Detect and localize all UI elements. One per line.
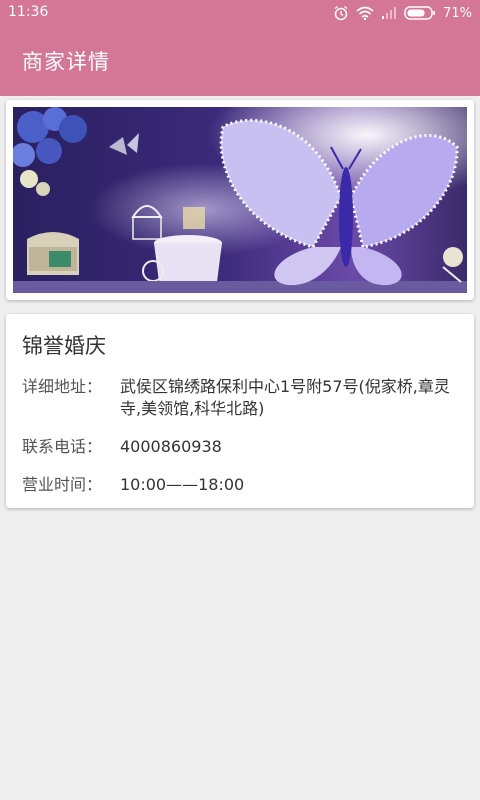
status-bar: 11:36 71% bbox=[0, 0, 480, 26]
app-bar: 商家详情 bbox=[0, 26, 480, 96]
address-label: 详细地址： bbox=[22, 377, 103, 396]
address-row: 详细地址： 武侯区锦绣路保利中心1号附57号(倪家桥,章灵寺,美领馆,科华北路) bbox=[22, 376, 466, 420]
hours-row: 营业时间： 10:00——18:00 bbox=[22, 474, 466, 496]
address-value[interactable]: 武侯区锦绣路保利中心1号附57号(倪家桥,章灵寺,美领馆,科华北路) bbox=[120, 376, 466, 420]
hours-label: 营业时间： bbox=[22, 475, 103, 494]
status-time: 11:36 bbox=[8, 4, 49, 20]
merchant-name: 锦誉婚庆 bbox=[22, 334, 106, 358]
merchant-banner-image[interactable] bbox=[13, 107, 467, 293]
wifi-icon bbox=[356, 6, 374, 20]
signal-icon bbox=[382, 7, 397, 19]
phone-value[interactable]: 4000860938 bbox=[120, 436, 466, 458]
phone-row[interactable]: 联系电话： 4000860938 bbox=[22, 436, 466, 458]
banner-card bbox=[6, 100, 474, 300]
merchant-info-card: 锦誉婚庆 详细地址： 武侯区锦绣路保利中心1号附57号(倪家桥,章灵寺,美领馆,… bbox=[6, 314, 474, 508]
battery-percent: 71% bbox=[443, 5, 472, 21]
alarm-icon bbox=[334, 5, 348, 21]
status-icons: 71% bbox=[333, 3, 472, 23]
phone-label: 联系电话： bbox=[22, 437, 103, 456]
page-title: 商家详情 bbox=[22, 50, 110, 74]
hours-value: 10:00——18:00 bbox=[120, 475, 245, 494]
battery-icon bbox=[404, 6, 436, 20]
